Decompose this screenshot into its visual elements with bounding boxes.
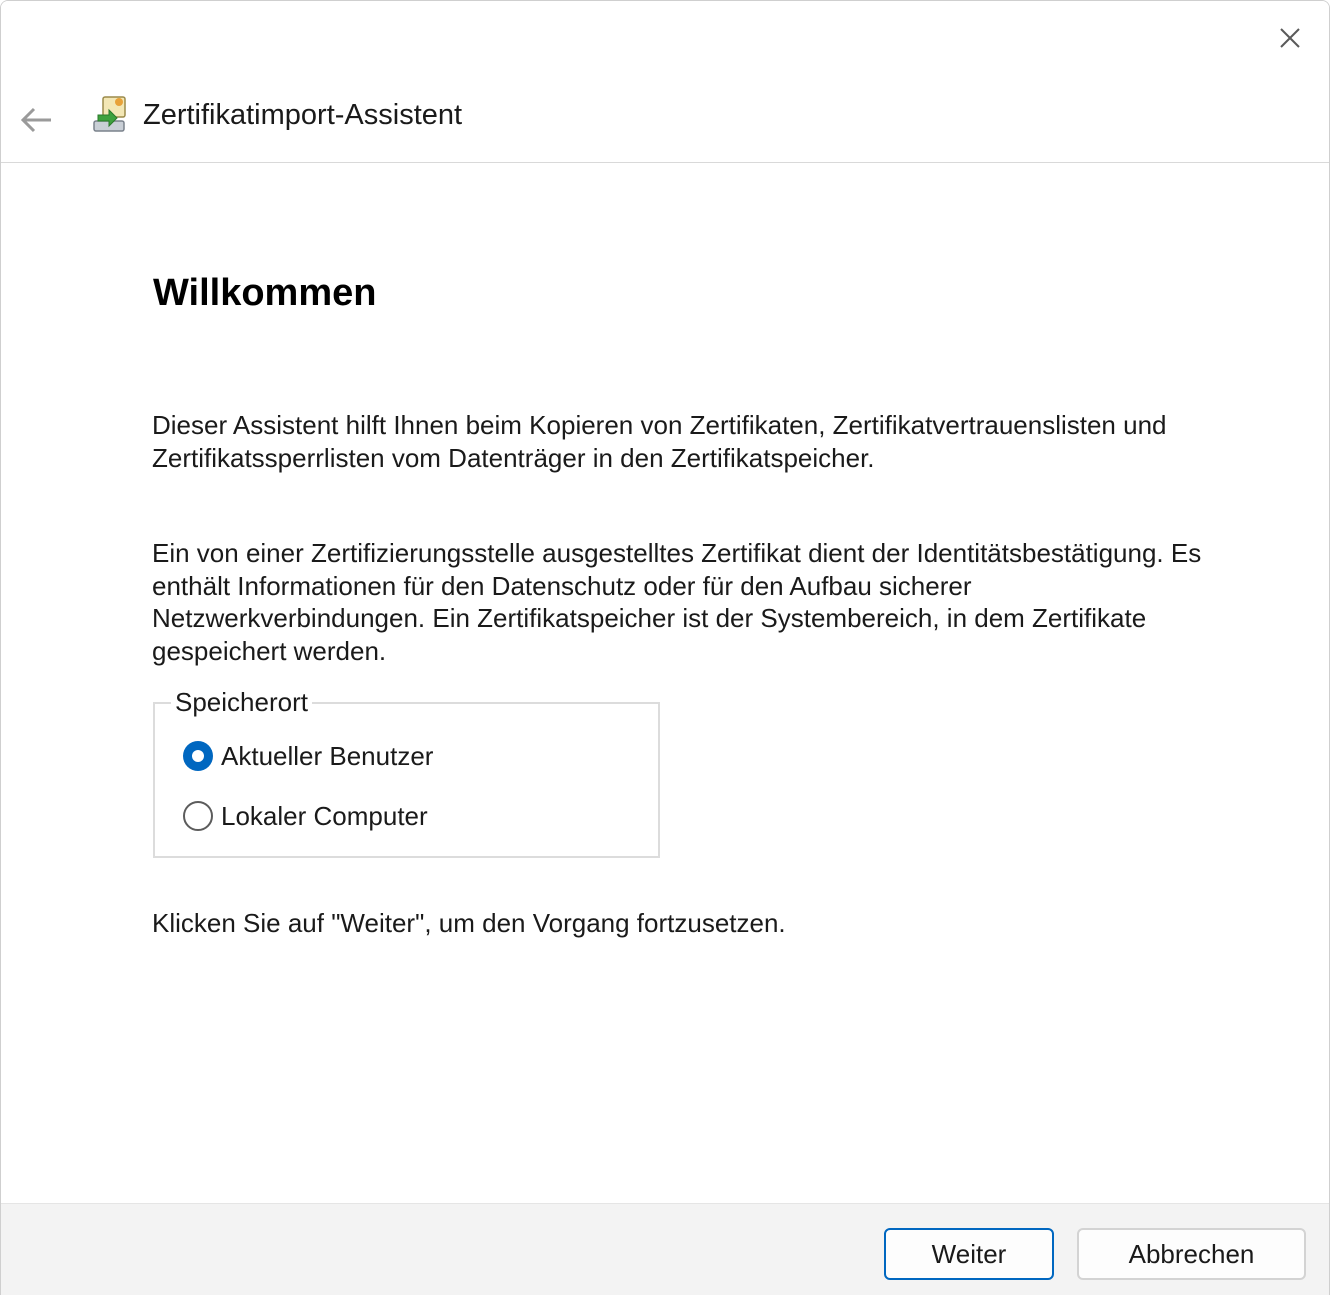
wizard-header: Zertifikatimport-Assistent: [1, 77, 1329, 163]
store-location-legend: Speicherort: [171, 686, 312, 718]
continue-instruction: Klicken Sie auf "Weiter", um den Vorgang…: [152, 908, 786, 938]
wizard-content: Willkommen Dieser Assistent hilft Ihnen …: [1, 163, 1329, 1203]
radio-button-checked[interactable]: [183, 741, 213, 771]
wizard-footer: Weiter Abbrechen: [1, 1203, 1329, 1295]
certificate-import-wizard-window: Zertifikatimport-Assistent Willkommen Di…: [0, 0, 1330, 1295]
radio-label-current-user: Aktueller Benutzer: [221, 741, 434, 771]
back-button[interactable]: [13, 97, 59, 143]
radio-current-user[interactable]: Aktueller Benutzer: [183, 738, 433, 774]
radio-button-unchecked[interactable]: [183, 801, 213, 831]
certificate-wizard-icon: [93, 96, 126, 132]
radio-local-computer[interactable]: Lokaler Computer: [183, 798, 428, 834]
radio-label-local-computer: Lokaler Computer: [221, 801, 428, 831]
cancel-button[interactable]: Abbrechen: [1077, 1228, 1306, 1280]
close-icon: [1280, 28, 1300, 48]
intro-paragraph: Dieser Assistent hilft Ihnen beim Kopier…: [152, 410, 1167, 473]
close-button[interactable]: [1263, 13, 1317, 63]
description-paragraph: Ein von einer Zertifizierungsstelle ausg…: [152, 538, 1202, 666]
store-location-group: Speicherort Aktueller Benutzer Lokaler C…: [153, 686, 660, 858]
page-heading: Willkommen: [153, 272, 377, 314]
wizard-title: Zertifikatimport-Assistent: [143, 99, 463, 131]
title-bar: [1, 1, 1329, 77]
next-button[interactable]: Weiter: [884, 1228, 1054, 1280]
back-arrow-icon: [20, 107, 51, 133]
